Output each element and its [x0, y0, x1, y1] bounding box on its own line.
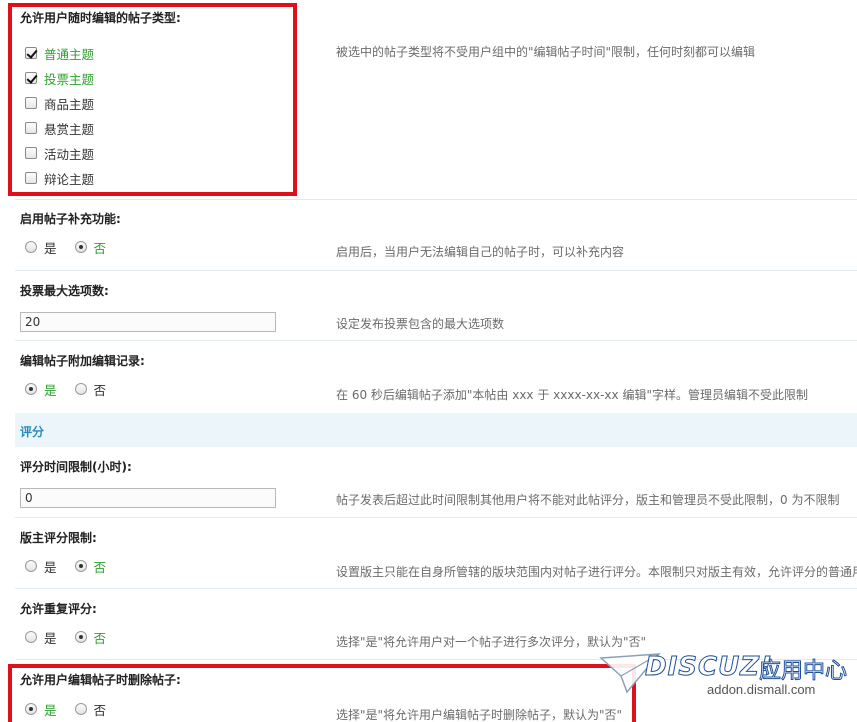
watermark-app-center: 应用中心 — [758, 659, 848, 685]
radio-yes-label: 是 — [44, 240, 57, 256]
radio-yes[interactable] — [25, 560, 37, 572]
setting-rating-time-limit: 评分时间限制(小时): 帖子发表后超过此时间限制其他用户将不能对此帖评分，版主和… — [15, 447, 857, 518]
radio-no-label: 否 — [93, 382, 107, 398]
radio-group: 是 否 — [25, 628, 124, 646]
radio-no[interactable] — [74, 560, 87, 572]
highlight-box — [8, 3, 297, 196]
setting-title: 投票最大选项数: — [20, 284, 109, 298]
radio-yes-label: 是 — [44, 382, 57, 398]
setting-description: 选择"是"将允许用户对一个帖子进行多次评分，默认为"否" — [336, 635, 647, 649]
setting-title: 允许重复评分: — [20, 602, 97, 616]
radio-no[interactable] — [74, 631, 87, 643]
setting-description: 设定发布投票包含的最大选项数 — [336, 317, 505, 331]
radio-yes[interactable] — [25, 631, 37, 643]
setting-title: 评分时间限制(小时): — [20, 460, 132, 474]
radio-no[interactable] — [74, 241, 87, 253]
radio-group: 是 否 — [25, 238, 124, 256]
setting-title: 启用帖子补充功能: — [20, 212, 121, 226]
section-title: 评分 — [20, 425, 45, 439]
radio-yes-label: 是 — [44, 559, 57, 575]
highlight-box — [8, 664, 636, 722]
setting-edit-record: 编辑帖子附加编辑记录: 是 否 在 60 秒后编辑帖子添加"本帖由 xxx 于 … — [15, 341, 857, 412]
setting-max-poll-options: 投票最大选项数: 设定发布投票包含的最大选项数 — [15, 271, 857, 341]
discuz-logo: DISCUZ! — [645, 652, 773, 683]
radio-no-label: 否 — [93, 559, 107, 575]
radio-no[interactable] — [74, 383, 87, 395]
setting-description: 在 60 秒后编辑帖子添加"本帖由 xxx 于 xxxx-xx-xx 编辑"字样… — [336, 388, 808, 402]
radio-yes-label: 是 — [44, 630, 57, 646]
setting-description: 帖子发表后超过此时间限制其他用户将不能对此帖评分，版主和管理员不受此限制，0 为… — [336, 493, 840, 507]
watermark-url: addon.dismall.com — [707, 682, 816, 697]
max-poll-options-input[interactable] — [20, 312, 276, 332]
setting-post-supplement: 启用帖子补充功能: 是 否 启用后，当用户无法编辑自己的帖子时，可以补充内容 — [15, 200, 857, 271]
rating-time-limit-input[interactable] — [20, 488, 276, 508]
setting-description: 启用后，当用户无法编辑自己的帖子时，可以补充内容 — [336, 245, 625, 259]
section-header-rating: 评分 — [15, 413, 857, 447]
radio-yes[interactable] — [25, 241, 37, 253]
radio-no-label: 否 — [93, 240, 107, 256]
radio-group: 是 否 — [25, 380, 124, 398]
setting-moderator-rating-limit: 版主评分限制: 是 否 设置版主只能在自身所管辖的版块范围内对帖子进行评分。本限… — [15, 518, 857, 589]
watermark: DISCUZ! 应用中心 addon.dismall.com — [599, 650, 849, 710]
setting-title: 编辑帖子附加编辑记录: — [20, 354, 145, 368]
setting-description: 被选中的帖子类型将不受用户组中的"编辑帖子时间"限制，任何时刻都可以编辑 — [336, 45, 756, 59]
setting-description: 设置版主只能在自身所管辖的版块范围内对帖子进行评分。本限制只对版主有效，允许评分… — [336, 565, 857, 579]
setting-title: 版主评分限制: — [20, 531, 97, 545]
radio-no-label: 否 — [93, 630, 107, 646]
radio-yes[interactable] — [25, 383, 37, 395]
radio-group: 是 否 — [25, 557, 124, 575]
